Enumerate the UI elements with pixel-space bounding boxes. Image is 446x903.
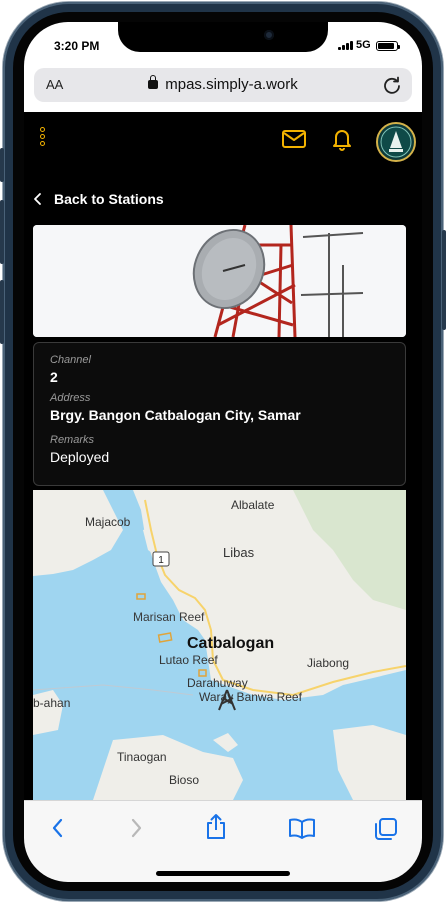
bell-icon[interactable] — [330, 126, 354, 157]
address-label: Address — [50, 392, 91, 404]
lock-icon — [148, 75, 159, 89]
back-icon[interactable] — [50, 817, 66, 844]
map-label-marisan-reef: Marisan Reef — [133, 610, 205, 624]
address-value: Brgy. Bangon Catbalogan City, Samar — [50, 407, 301, 423]
map-label-tinaogan: Tinaogan — [117, 750, 167, 764]
map-label-darahuway: Darahuway — [187, 676, 248, 690]
url-text: mpas.simply-a.work — [165, 76, 298, 93]
volume-up-button — [0, 200, 4, 264]
battery-fill — [378, 43, 395, 49]
status-time: 3:20 PM — [54, 39, 100, 53]
map-label-libas: Libas — [223, 545, 255, 560]
back-label: Back to Stations — [54, 191, 164, 207]
home-indicator[interactable] — [156, 871, 290, 876]
map-label-waray-banwa-reef: Waray Banwa Reef — [199, 690, 302, 704]
front-camera — [264, 30, 274, 40]
address-bar[interactable]: AA mpas.simply-a.work — [34, 68, 412, 102]
browser-toolbar — [24, 800, 422, 882]
map-label-lutao-reef: Lutao Reef — [159, 653, 218, 667]
station-details-card: Channel 2 Address Brgy. Bangon Catbaloga… — [33, 342, 406, 486]
channel-label: Channel — [50, 354, 91, 366]
map-label-b-ahan: b-ahan — [33, 696, 71, 710]
map-label-albalate: Albalate — [231, 498, 275, 512]
channel-value: 2 — [50, 369, 58, 385]
notch — [118, 22, 328, 52]
url-display[interactable]: mpas.simply-a.work — [34, 75, 412, 93]
browser-address-area: AA mpas.simply-a.work — [24, 68, 422, 112]
station-map[interactable]: 1 Albalate Majacob Libas Marisan Reef Ca… — [33, 490, 406, 800]
share-icon[interactable] — [204, 813, 228, 846]
avatar[interactable] — [376, 122, 416, 162]
signal-icon — [338, 41, 353, 50]
kebab-menu-icon[interactable] — [36, 126, 48, 152]
network-label: 5G — [356, 39, 371, 51]
battery-icon — [376, 41, 400, 51]
volume-down-button — [0, 280, 4, 344]
app-header — [24, 112, 422, 172]
back-to-stations-link[interactable]: Back to Stations — [32, 186, 164, 212]
remarks-label: Remarks — [50, 434, 95, 446]
map-label-catbalogan: Catbalogan — [187, 635, 275, 652]
bookmarks-icon[interactable] — [288, 817, 316, 844]
station-photo — [33, 225, 406, 337]
road-number: 1 — [158, 555, 164, 566]
map-label-jiabong: Jiabong — [307, 656, 350, 670]
map-label-majacob: Majacob — [85, 515, 131, 529]
screen: 3:20 PM 5G AA mpas.simply-a.work Back to… — [24, 22, 422, 882]
power-button — [442, 230, 446, 330]
forward-icon[interactable] — [128, 817, 144, 844]
silent-switch — [0, 148, 4, 182]
remarks-value: Deployed — [50, 449, 110, 465]
reload-icon[interactable] — [382, 75, 402, 100]
tabs-icon[interactable] — [374, 817, 398, 846]
mail-icon[interactable] — [281, 128, 307, 155]
map-label-bioso: Bioso — [169, 773, 200, 787]
chevron-left-icon — [34, 193, 41, 205]
status-bar: 3:20 PM 5G — [24, 22, 422, 68]
